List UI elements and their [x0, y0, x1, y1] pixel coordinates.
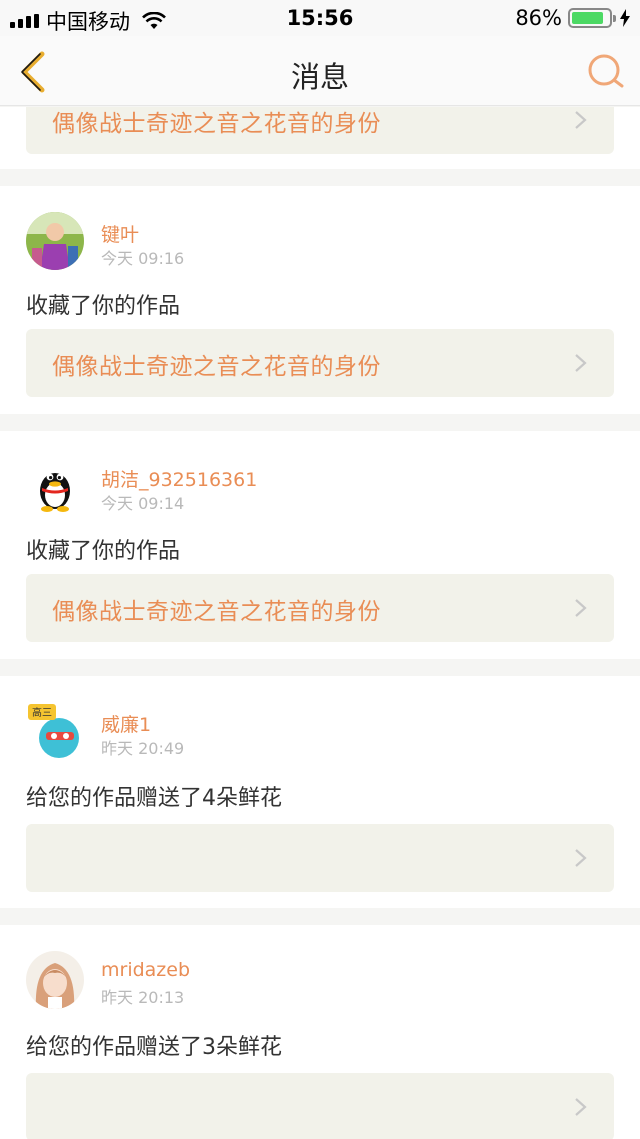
message-card: mridazeb 昨天 20:13 给您的作品赠送了3朵鲜花	[0, 925, 640, 1139]
timestamp: 昨天 20:49	[101, 739, 185, 758]
timestamp: 今天 09:16	[101, 249, 185, 268]
search-icon[interactable]	[586, 52, 626, 92]
work-link[interactable]: 偶像战士奇迹之音之花音的身份	[26, 574, 614, 642]
chevron-right-icon	[575, 111, 587, 129]
message-list[interactable]: 偶像战士奇迹之音之花音的身份 键叶 今天 09:16 收藏了你的作品 偶像战士奇…	[0, 107, 640, 1139]
work-link[interactable]: 偶像战士奇迹之音之花音的身份	[26, 329, 614, 397]
charging-icon	[620, 9, 630, 27]
work-title: 偶像战士奇迹之音之花音的身份	[52, 599, 381, 625]
work-link[interactable]	[26, 824, 614, 892]
username[interactable]: 胡洁_932516361	[101, 465, 257, 492]
message-text: 收藏了你的作品	[26, 539, 181, 564]
work-title: 偶像战士奇迹之音之花音的身份	[52, 111, 381, 137]
avatar-badge: 高三	[32, 706, 52, 719]
page-title: 消息	[290, 60, 349, 94]
battery-icon	[568, 8, 616, 28]
message-text: 给您的作品赠送了3朵鲜花	[26, 1035, 282, 1060]
username[interactable]: 键叶	[101, 220, 139, 247]
chevron-right-icon	[575, 599, 587, 617]
message-card-partial: 偶像战士奇迹之音之花音的身份	[0, 107, 640, 169]
chevron-right-icon	[575, 849, 587, 867]
work-link[interactable]	[26, 1073, 614, 1139]
message-card: 高三 威廉1 昨天 20:49 给您的作品赠送了4朵鲜花	[0, 676, 640, 908]
timestamp: 昨天 20:13	[101, 988, 185, 1007]
avatar[interactable]	[26, 457, 84, 515]
work-title: 偶像战士奇迹之音之花音的身份	[52, 354, 381, 380]
message-card: 键叶 今天 09:16 收藏了你的作品 偶像战士奇迹之音之花音的身份	[0, 186, 640, 414]
chevron-right-icon	[575, 1098, 587, 1116]
status-bar: 中国移动 15:56 86%	[0, 0, 640, 36]
status-right: 86%	[515, 6, 630, 30]
username[interactable]: mridazeb	[101, 959, 190, 981]
work-link[interactable]: 偶像战士奇迹之音之花音的身份	[26, 107, 614, 154]
message-text: 收藏了你的作品	[26, 294, 181, 319]
timestamp: 今天 09:14	[101, 494, 185, 513]
battery-percent: 86%	[515, 6, 562, 30]
avatar[interactable]: 高三	[26, 702, 84, 760]
username[interactable]: 威廉1	[101, 710, 151, 737]
avatar[interactable]	[26, 951, 84, 1009]
chevron-right-icon	[575, 354, 587, 372]
message-text: 给您的作品赠送了4朵鲜花	[26, 786, 282, 811]
avatar[interactable]	[26, 212, 84, 270]
message-card: 胡洁_932516361 今天 09:14 收藏了你的作品 偶像战士奇迹之音之花…	[0, 431, 640, 659]
nav-bar: 消息	[0, 36, 640, 106]
